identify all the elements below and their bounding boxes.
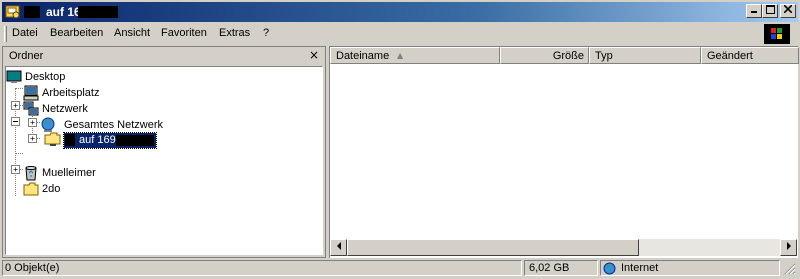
menu-datei[interactable]: Datei: [12, 27, 38, 39]
status-objects-panel: 0 Objekt(e): [2, 260, 522, 276]
status-size-panel: 6,02 GB: [524, 260, 598, 276]
status-zone-panel: Internet: [600, 260, 780, 276]
column-header-groesse[interactable]: Größe: [500, 47, 589, 64]
redacted-block: [116, 135, 154, 146]
tree-expander[interactable]: +: [11, 165, 20, 174]
folder-tree[interactable]: Desktop + Arbeitsplatz Netzwerk + Gesamt…: [5, 66, 323, 255]
menu-favoriten[interactable]: Favoriten: [161, 27, 207, 39]
arrow-left-icon: [336, 242, 341, 250]
column-header-label: Typ: [595, 50, 613, 62]
minimize-button[interactable]: [746, 4, 762, 18]
menu-ansicht[interactable]: Ansicht: [114, 27, 150, 39]
column-header-label: Dateiname: [336, 50, 390, 62]
collapse-icon: [13, 121, 18, 122]
file-list[interactable]: Dateiname ▲ Größe Typ Geändert: [329, 46, 799, 258]
close-button[interactable]: [780, 4, 796, 18]
tree-expander[interactable]: +: [28, 134, 37, 143]
menu-bar: Datei Bearbeiten Ansicht Favoriten Extra…: [2, 24, 798, 44]
scroll-right-button[interactable]: [780, 239, 797, 256]
tree-line: [15, 153, 23, 154]
horizontal-scrollbar[interactable]: [330, 239, 797, 256]
tree-item-arbeitsplatz[interactable]: Arbeitsplatz: [23, 85, 143, 101]
sort-ascending-icon: ▲: [397, 51, 404, 60]
folder-icon: [23, 182, 39, 196]
redacted-block: [78, 6, 118, 18]
menu-help[interactable]: ?: [263, 27, 269, 39]
status-size-text: 6,02 GB: [529, 262, 570, 274]
tree-item-muelleimer[interactable]: Muelleimer: [23, 165, 143, 181]
tree-item-label: 2do: [42, 183, 61, 195]
tree-expander[interactable]: +: [11, 101, 20, 110]
close-icon: [783, 4, 793, 14]
redacted-block: [24, 6, 40, 18]
tree-item-label: Arbeitsplatz: [42, 87, 100, 99]
recycle-bin-icon: [25, 166, 37, 181]
windows-flag-icon: [771, 28, 782, 39]
network-icon: [23, 101, 39, 116]
column-header-dateiname[interactable]: Dateiname ▲: [330, 47, 500, 64]
resize-grip-icon[interactable]: [784, 263, 796, 275]
internet-globe-icon: [603, 262, 616, 275]
status-objects-text: 0 Objekt(e): [5, 262, 60, 274]
tree-item-label: Gesamtes Netzwerk: [64, 119, 164, 131]
status-bar: 0 Objekt(e) 6,02 GB Internet: [2, 259, 798, 277]
folders-pane-title: Ordner: [9, 50, 44, 62]
folders-pane-header: Ordner ×: [3, 47, 325, 65]
folders-pane-close-button[interactable]: ×: [309, 48, 319, 62]
windows-logo: [764, 24, 790, 44]
column-header-typ[interactable]: Typ: [589, 47, 701, 64]
tree-item-2do[interactable]: 2do: [23, 181, 143, 197]
minimize-icon: [751, 11, 757, 13]
tree-item-label: Netzwerk: [42, 103, 88, 115]
tree-expander[interactable]: +: [28, 118, 37, 127]
menu-bearbeiten[interactable]: Bearbeiten: [50, 27, 103, 39]
tree-line: [15, 88, 23, 89]
menu-grip[interactable]: [4, 26, 7, 42]
scroll-left-button[interactable]: [330, 239, 347, 256]
scrollbar-thumb[interactable]: [347, 239, 639, 256]
menu-extras[interactable]: Extras: [219, 27, 250, 39]
folders-pane: Ordner × Desktop + Arbeitsplatz Netzwerk…: [2, 46, 326, 258]
status-zone-text: Internet: [621, 262, 659, 274]
redacted-block: [65, 134, 75, 146]
tree-item-label: Desktop: [25, 71, 66, 83]
network-folder-icon: [44, 132, 61, 146]
column-header-geaendert[interactable]: Geändert: [701, 47, 799, 64]
arrow-right-icon: [786, 242, 791, 250]
my-computer-icon: [23, 85, 39, 101]
tree-item-netzwerk[interactable]: Netzwerk: [23, 101, 143, 117]
maximize-icon: [765, 5, 775, 14]
maximize-button[interactable]: [762, 4, 778, 18]
title-bar[interactable]: auf 169.: [2, 2, 798, 22]
explorer-window-icon: [5, 5, 20, 19]
tree-item-selected-share[interactable]: auf 169.: [63, 132, 157, 149]
column-header-label: Größe: [552, 50, 584, 62]
tree-item-desktop[interactable]: Desktop: [6, 69, 126, 85]
tree-expander[interactable]: [11, 117, 20, 126]
column-header-label: Geändert: [707, 50, 753, 62]
tree-item-label: Muelleimer: [42, 167, 96, 179]
desktop-icon: [6, 70, 22, 83]
tree-item-label: auf 169.: [79, 134, 119, 146]
